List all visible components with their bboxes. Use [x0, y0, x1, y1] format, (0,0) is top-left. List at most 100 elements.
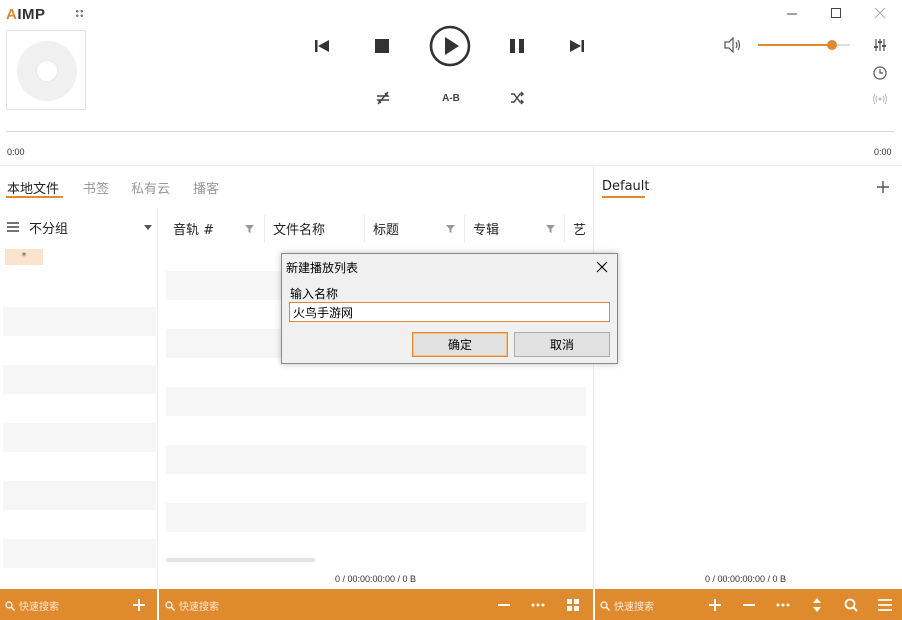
- filter-icon[interactable]: [245, 224, 254, 233]
- previous-icon: [315, 40, 329, 52]
- minus-icon: [743, 604, 755, 606]
- list-row: [3, 423, 156, 452]
- volume-slider-handle[interactable]: [827, 40, 837, 50]
- search-placeholder[interactable]: 快速搜索: [19, 598, 59, 613]
- hamburger-icon: [7, 222, 19, 232]
- toolbar-divider: [157, 589, 159, 620]
- tab-bookmarks[interactable]: 书签: [83, 178, 109, 197]
- previous-button[interactable]: [312, 36, 332, 56]
- table-row: [166, 387, 586, 416]
- search-placeholder[interactable]: 快速搜索: [179, 598, 219, 613]
- ab-repeat-button[interactable]: A-B: [438, 90, 464, 106]
- list-row: [3, 307, 156, 336]
- equalizer-button[interactable]: [872, 37, 888, 53]
- ok-button[interactable]: 确定: [412, 332, 508, 357]
- tab-podcasts[interactable]: 播客: [193, 178, 219, 197]
- playlist-tab-default[interactable]: Default: [602, 179, 650, 194]
- pane-divider: [593, 166, 594, 589]
- column-separator[interactable]: [264, 215, 265, 243]
- seek-bar[interactable]: [6, 131, 894, 132]
- filter-icon[interactable]: [546, 224, 555, 233]
- column-separator[interactable]: [364, 215, 365, 243]
- caret-down-icon: [144, 224, 152, 230]
- column-separator[interactable]: [464, 215, 465, 243]
- maximize-icon: [831, 8, 841, 18]
- search-icon: [600, 600, 610, 611]
- repeat-off-icon: [376, 91, 390, 105]
- search-icon: [165, 600, 175, 611]
- stop-button[interactable]: [372, 36, 392, 56]
- equalizer-icon: [874, 39, 886, 51]
- hamburger-icon: [878, 599, 892, 611]
- volume-button[interactable]: [724, 37, 742, 53]
- dialog-close-button[interactable]: [594, 259, 610, 275]
- pause-icon: [510, 39, 524, 53]
- table-row: [166, 445, 586, 474]
- next-icon: [570, 40, 584, 52]
- drag-grip-icon[interactable]: [75, 9, 84, 18]
- divider: [0, 165, 902, 166]
- view-mode-button[interactable]: [565, 597, 581, 613]
- search-left[interactable]: 快速搜索: [5, 598, 59, 613]
- remove-files-button[interactable]: [741, 597, 757, 613]
- grid-icon: [567, 599, 579, 611]
- playlist-name-input[interactable]: [289, 302, 610, 322]
- group-item-all[interactable]: *: [5, 249, 43, 265]
- minimize-button[interactable]: [784, 5, 800, 21]
- add-files-button[interactable]: [707, 597, 723, 613]
- ellipsis-icon: [531, 603, 545, 607]
- search-middle[interactable]: 快速搜索: [165, 598, 219, 613]
- plus-icon: [709, 599, 721, 611]
- column-header-track[interactable]: 音轨 #: [173, 218, 260, 238]
- next-button[interactable]: [567, 36, 587, 56]
- tab-local-files[interactable]: 本地文件: [7, 178, 59, 197]
- column-header-album[interactable]: 专辑: [473, 218, 561, 238]
- table-row: [166, 503, 586, 532]
- minus-icon: [498, 604, 510, 606]
- close-icon: [596, 261, 608, 273]
- app-logo: AIMP: [6, 6, 46, 23]
- pane-divider: [157, 208, 158, 589]
- list-row: [3, 365, 156, 394]
- more-options-button[interactable]: [530, 597, 546, 613]
- radio-button[interactable]: [872, 91, 888, 107]
- time-remaining: 0:00: [874, 147, 892, 157]
- tab-private-cloud[interactable]: 私有云: [131, 178, 170, 197]
- cancel-button[interactable]: 取消: [514, 332, 610, 357]
- repeat-button[interactable]: [374, 90, 392, 106]
- search-icon: [844, 598, 858, 612]
- ellipsis-icon: [776, 603, 790, 607]
- filter-icon[interactable]: [446, 224, 455, 233]
- remove-button[interactable]: [496, 597, 512, 613]
- playlist-more-button[interactable]: [775, 597, 791, 613]
- volume-fill: [758, 44, 832, 46]
- main-menu-button[interactable]: [877, 597, 893, 613]
- clock-icon: [873, 66, 887, 80]
- shuffle-button[interactable]: [508, 90, 526, 106]
- pause-button[interactable]: [507, 36, 527, 56]
- column-separator[interactable]: [564, 215, 565, 243]
- grouping-label: 不分组: [29, 221, 69, 237]
- grouping-selector[interactable]: 不分组: [6, 218, 156, 237]
- search-placeholder[interactable]: 快速搜索: [614, 598, 654, 613]
- shuffle-icon: [511, 91, 524, 105]
- playlist-tab-indicator: [602, 196, 645, 198]
- horizontal-scrollbar[interactable]: [166, 558, 315, 562]
- sort-button[interactable]: [809, 597, 825, 613]
- album-cover: [6, 30, 86, 110]
- search-playlist-button[interactable]: [843, 597, 859, 613]
- minimize-icon: [787, 13, 797, 15]
- timer-button[interactable]: [872, 65, 888, 81]
- broadcast-icon: [873, 93, 887, 105]
- play-icon: [429, 25, 471, 67]
- add-folder-button[interactable]: [131, 597, 147, 613]
- maximize-button[interactable]: [828, 5, 844, 21]
- column-header-artist[interactable]: 艺: [573, 218, 593, 238]
- add-playlist-button[interactable]: [875, 179, 891, 195]
- close-window-button[interactable]: [872, 5, 888, 21]
- column-header-title[interactable]: 标题: [373, 218, 461, 238]
- column-header-filename[interactable]: 文件名称: [273, 218, 363, 238]
- search-right[interactable]: 快速搜索: [600, 598, 654, 613]
- play-button[interactable]: [429, 25, 471, 67]
- plus-icon: [877, 181, 889, 193]
